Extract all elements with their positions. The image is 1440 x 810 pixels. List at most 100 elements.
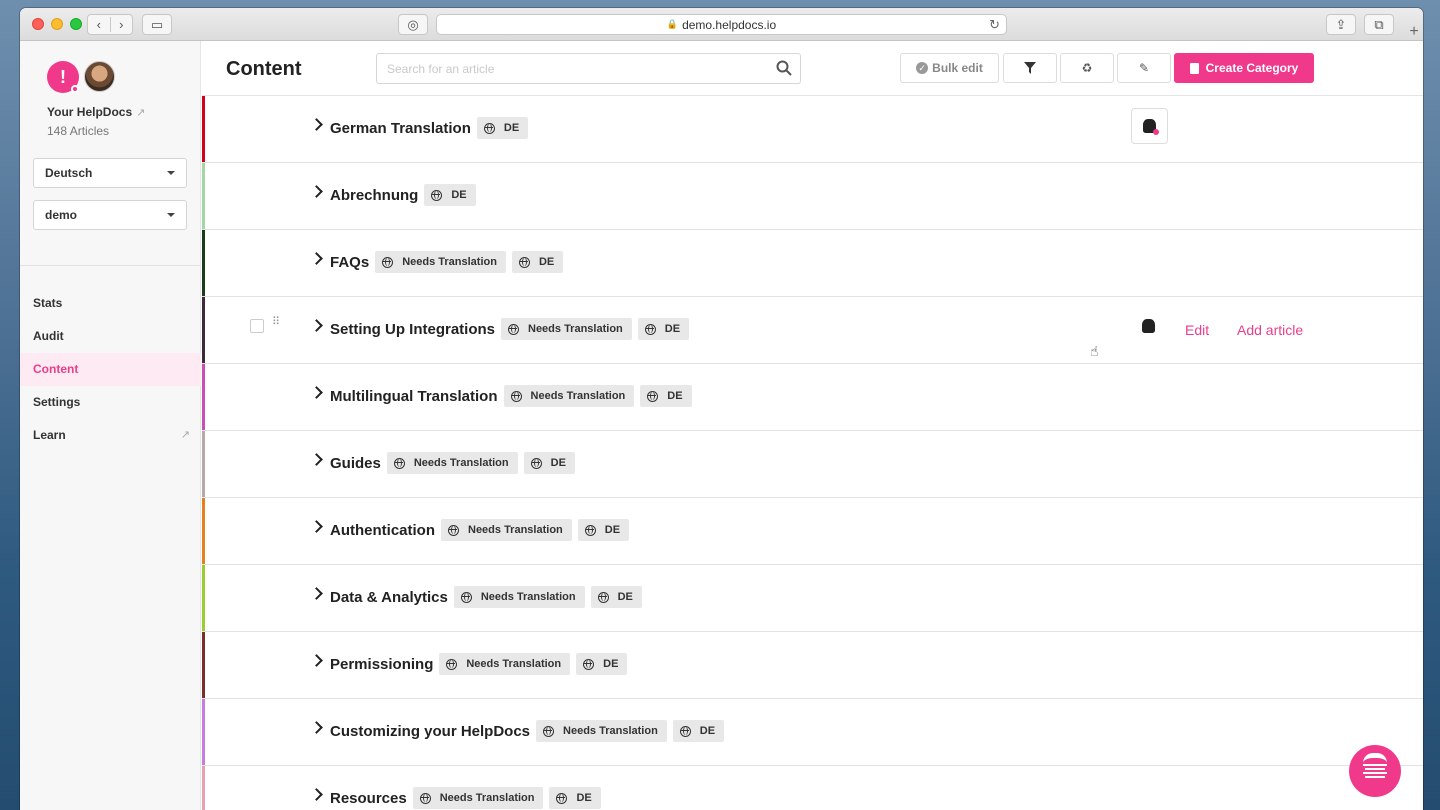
category-icon[interactable] (1131, 309, 1168, 345)
badge-label: Needs Translation (439, 792, 535, 804)
privacy-icon[interactable]: ◎ (398, 14, 428, 35)
category-row[interactable]: FAQs Needs Translation DE (202, 230, 1423, 297)
chevron-right-icon[interactable] (310, 252, 323, 265)
sidebar-toggle-icon[interactable]: ▭ (142, 14, 172, 35)
chevron-right-icon[interactable] (310, 654, 323, 667)
sidebar-item-content[interactable]: Content (20, 353, 201, 386)
site-name-label: Your HelpDocs (47, 105, 133, 119)
reload-icon[interactable]: ↻ (989, 17, 1000, 33)
edit-category-link[interactable]: Edit (1185, 322, 1209, 338)
tabs-overview-icon[interactable]: ⧉ (1364, 14, 1394, 35)
hand-cursor-icon: ☝ (1090, 343, 1099, 359)
share-icon[interactable]: ⇪ (1326, 14, 1356, 35)
book-icon (1189, 62, 1199, 74)
category-icon[interactable] (1131, 108, 1168, 144)
chevron-right-icon[interactable] (310, 453, 323, 466)
bulk-edit-button[interactable]: ✓ Bulk edit (900, 53, 999, 83)
search-input[interactable] (376, 53, 801, 84)
globe-icon (543, 725, 555, 737)
category-header: FAQs Needs Translation DE (330, 251, 569, 273)
badge-label: Needs Translation (468, 524, 563, 536)
globe-icon (431, 189, 443, 201)
category-color-bar (202, 565, 205, 631)
language-select[interactable]: Deutsch (33, 158, 187, 188)
language-badge: DE (549, 787, 601, 809)
close-window-button[interactable] (32, 18, 44, 30)
zoom-window-button[interactable] (70, 18, 82, 30)
address-bar[interactable]: 🔒 demo.helpdocs.io ↻ (436, 14, 1007, 35)
category-checkbox[interactable] (250, 319, 264, 333)
needs-translation-badge: Needs Translation (503, 385, 635, 407)
category-row[interactable]: Customizing your HelpDocs Needs Translati… (202, 699, 1423, 766)
back-icon[interactable]: ‹ (88, 17, 111, 32)
globe-icon (382, 256, 394, 268)
category-title[interactable]: Setting Up Integrations (330, 321, 495, 338)
new-tab-icon[interactable]: + (1404, 22, 1423, 41)
category-row[interactable]: Multilingual Translation Needs Translatio… (202, 364, 1423, 431)
caret-down-icon (167, 213, 175, 217)
drag-handle-icon[interactable]: ⠿ (272, 317, 280, 328)
sidebar-item-learn[interactable]: Learn ↗ (20, 419, 201, 452)
category-row[interactable]: ⠿ Setting Up Integrations Needs Translatio… (202, 297, 1423, 364)
browser-window: ‹ › ▭ ◎ 🔒 demo.helpdocs.io ↻ ⇪ ⧉ + ! You… (20, 8, 1423, 810)
needs-translation-badge: Needs Translation (412, 787, 544, 809)
site-name[interactable]: Your HelpDocs ↗ (47, 105, 145, 119)
sidebar-item-settings[interactable]: Settings (20, 386, 201, 419)
category-title[interactable]: German Translation (330, 120, 471, 137)
help-widget-button[interactable] (1349, 745, 1401, 797)
needs-translation-badge: Needs Translation (501, 318, 632, 340)
badge-label: DE (503, 122, 520, 134)
category-row[interactable]: German Translation DE (202, 96, 1423, 163)
user-avatar[interactable] (84, 61, 115, 92)
globe-icon (508, 323, 519, 335)
category-row[interactable]: Abrechnung DE (202, 163, 1423, 230)
forward-icon[interactable]: › (111, 17, 133, 32)
workspace-select[interactable]: demo (33, 200, 187, 230)
chevron-right-icon[interactable] (310, 788, 323, 801)
edit-mode-button[interactable]: ✎ (1117, 53, 1171, 83)
category-title[interactable]: Authentication (330, 522, 435, 539)
chevron-right-icon[interactable] (310, 520, 323, 533)
chevron-right-icon[interactable] (310, 587, 323, 600)
category-title[interactable]: Abrechnung (330, 187, 418, 204)
globe-icon (597, 591, 609, 603)
chevron-right-icon[interactable] (310, 721, 323, 734)
create-category-button[interactable]: Create Category (1174, 53, 1314, 83)
language-badge: DE (523, 452, 575, 474)
category-header: Setting Up Integrations Needs Translation… (330, 318, 695, 340)
category-title[interactable]: Data & Analytics (330, 589, 448, 606)
sidebar: ! Your HelpDocs ↗ 148 Articles Deutsch de… (20, 41, 201, 810)
category-row[interactable]: Data & Analytics Needs Translation DE (202, 565, 1423, 632)
filter-button[interactable] (1003, 53, 1057, 83)
chevron-right-icon[interactable] (310, 386, 323, 399)
chevron-right-icon[interactable] (310, 118, 323, 131)
category-title[interactable]: Resources (330, 790, 407, 807)
category-header: Permissioning Needs Translation DE (330, 653, 633, 675)
badge-label: Needs Translation (402, 256, 497, 268)
chevron-right-icon[interactable] (310, 185, 323, 198)
category-title[interactable]: Multilingual Translation (330, 388, 498, 405)
category-row[interactable]: Authentication Needs Translation DE (202, 498, 1423, 565)
category-title[interactable]: Customizing your HelpDocs (330, 723, 530, 740)
category-row[interactable]: Guides Needs Translation DE (202, 431, 1423, 498)
add-article-link[interactable]: Add article (1237, 322, 1303, 338)
category-color-bar (202, 431, 205, 497)
category-color-bar (202, 699, 205, 765)
external-link-icon[interactable]: ↗ (136, 107, 145, 119)
sidebar-nav: Stats Audit Content Settings Learn ↗ (20, 287, 201, 452)
globe-icon (419, 792, 431, 804)
recycle-button[interactable]: ♻ (1060, 53, 1114, 83)
category-title[interactable]: Permissioning (330, 656, 433, 673)
category-title[interactable]: FAQs (330, 254, 369, 271)
search-icon[interactable] (776, 60, 792, 76)
workspace-select-value: demo (45, 208, 78, 222)
category-row[interactable]: Resources Needs Translation DE (202, 766, 1423, 810)
category-title[interactable]: Guides (330, 455, 381, 472)
globe-icon (530, 457, 542, 469)
sidebar-item-stats[interactable]: Stats (20, 287, 201, 320)
category-row[interactable]: Permissioning Needs Translation DE (202, 632, 1423, 699)
minimize-window-button[interactable] (51, 18, 63, 30)
globe-icon (647, 390, 659, 402)
sidebar-item-audit[interactable]: Audit (20, 320, 201, 353)
chevron-right-icon[interactable] (310, 319, 323, 332)
